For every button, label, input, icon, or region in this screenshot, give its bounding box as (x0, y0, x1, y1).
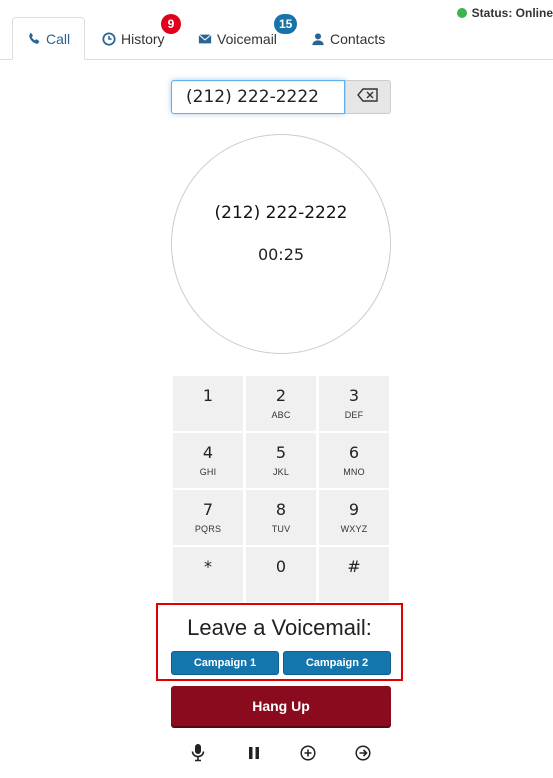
key-letters: ABC (271, 410, 291, 420)
key-digit: 6 (348, 443, 360, 462)
clock-icon (102, 31, 116, 46)
key-digit: 9 (348, 500, 360, 519)
key-letters: TUV (271, 524, 291, 534)
dial-keypad: 1 2 ABC 3 DEF 4 GHI 5 JKL 6 MNO 7 PQRS 8 TUV 9 W… (173, 376, 390, 602)
tab-call[interactable]: Call (12, 17, 85, 60)
key-2[interactable]: 2 ABC (246, 376, 316, 431)
campaign-1-button[interactable]: Campaign 1 (171, 651, 279, 675)
add-call-icon[interactable] (298, 743, 318, 763)
active-call-display: (212) 222-2222 00:25 (171, 134, 391, 354)
tab-history[interactable]: History (102, 17, 165, 60)
key-9[interactable]: 9 WXYZ (319, 490, 389, 545)
tab-voicemail-label: Voicemail (217, 30, 277, 47)
key-digit: 4 (202, 443, 214, 462)
key-letters: PQRS (194, 524, 222, 534)
call-timer: 00:25 (257, 245, 305, 264)
key-0[interactable]: 0 (246, 547, 316, 602)
key-digit: # (347, 557, 361, 576)
campaign-2-button[interactable]: Campaign 2 (283, 651, 391, 675)
key-letters: JKL (272, 467, 290, 477)
voicemail-drop-title: Leave a Voicemail: (187, 615, 372, 640)
voicemail-drop-panel: Leave a Voicemail: Campaign 1 Campaign 2 (156, 603, 403, 681)
key-1[interactable]: 1 (173, 376, 243, 431)
key-digit: * (204, 557, 212, 576)
backspace-button[interactable] (345, 80, 391, 114)
key-3[interactable]: 3 DEF (319, 376, 389, 431)
key-digit: 2 (275, 386, 287, 405)
microphone-icon[interactable] (188, 743, 208, 763)
phone-icon (27, 32, 41, 46)
key-digit: 0 (275, 557, 287, 576)
tab-contacts-label: Contacts (330, 30, 386, 47)
hang-up-button[interactable]: Hang Up (171, 686, 391, 726)
key-4[interactable]: 4 GHI (173, 433, 243, 488)
tab-history-label: History (121, 30, 165, 47)
history-count-badge: 9 (161, 14, 181, 34)
key-5[interactable]: 5 JKL (246, 433, 316, 488)
call-number: (212) 222-2222 (214, 203, 348, 223)
key-6[interactable]: 6 MNO (319, 433, 389, 488)
tab-voicemail[interactable]: Voicemail (198, 17, 277, 60)
phone-number-input[interactable] (171, 80, 345, 114)
key-letters: DEF (344, 410, 364, 420)
key-digit: 7 (202, 500, 214, 519)
key-7[interactable]: 7 PQRS (173, 490, 243, 545)
voicemail-count-badge: 15 (274, 14, 298, 34)
user-icon (311, 32, 325, 46)
key-letters: GHI (199, 467, 217, 477)
key-star[interactable]: * (173, 547, 243, 602)
tab-contacts[interactable]: Contacts (311, 17, 385, 60)
key-letters: MNO (343, 467, 365, 477)
key-digit: 3 (348, 386, 360, 405)
key-hash[interactable]: # (319, 547, 389, 602)
key-digit: 5 (275, 443, 287, 462)
key-digit: 8 (275, 500, 287, 519)
envelope-icon (198, 32, 212, 46)
backspace-icon (357, 87, 379, 107)
pause-icon[interactable] (244, 743, 264, 763)
tab-call-label: Call (46, 30, 71, 47)
key-letters: WXYZ (340, 524, 368, 534)
transfer-icon[interactable] (353, 743, 373, 763)
key-digit: 1 (202, 386, 214, 405)
key-8[interactable]: 8 TUV (246, 490, 316, 545)
